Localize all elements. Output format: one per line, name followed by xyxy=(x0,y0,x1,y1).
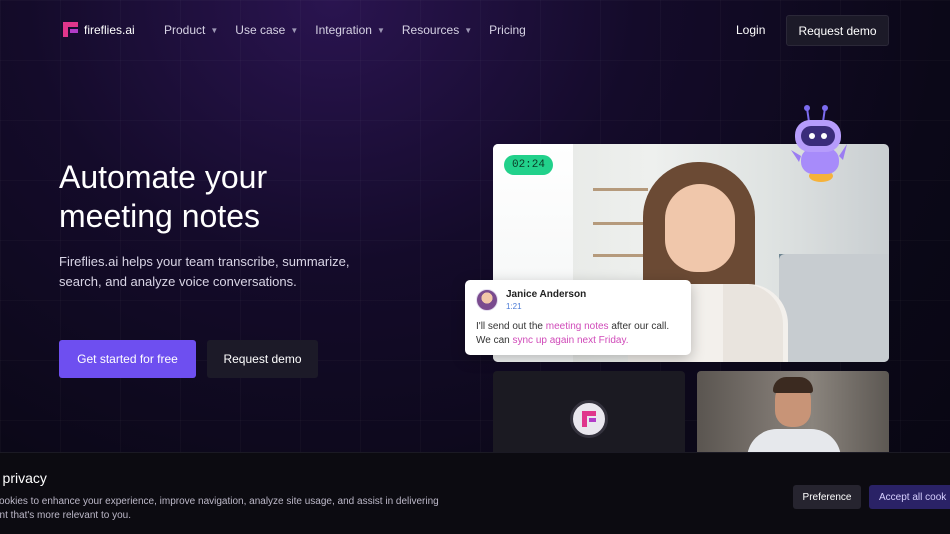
menu-item-label: Integration xyxy=(315,23,372,37)
transcript-chat-card: Janice Anderson 1:21 I'll send out the m… xyxy=(465,280,691,355)
avatar xyxy=(476,289,498,311)
chevron-down-icon: ▼ xyxy=(210,25,219,35)
fireflies-bot-avatar xyxy=(570,400,608,438)
menu-item-resources[interactable]: Resources ▼ xyxy=(402,23,472,37)
menu-item-product[interactable]: Product ▼ xyxy=(164,23,218,37)
cookie-consent-banner: r privacy cookies to enhance your experi… xyxy=(0,452,950,534)
chat-text-part: I'll send out the xyxy=(476,321,546,332)
fireflies-logo-icon xyxy=(63,22,78,37)
hero-title-line1: Automate your xyxy=(59,159,268,195)
brand-logo[interactable]: fireflies.ai xyxy=(63,22,135,37)
hero-request-demo-button[interactable]: Request demo xyxy=(207,340,318,378)
chevron-down-icon: ▼ xyxy=(464,25,473,35)
hero-title: Automate your meeting notes xyxy=(59,158,419,236)
cookie-title: r privacy xyxy=(0,470,47,486)
top-navigation: fireflies.ai Product ▼ Use case ▼ Integr… xyxy=(0,0,950,60)
cookie-description: cookies to enhance your experience, impr… xyxy=(0,496,439,521)
menu-item-label: Use case xyxy=(235,23,286,37)
chat-highlight-meeting-notes: meeting notes xyxy=(545,321,609,332)
request-demo-button[interactable]: Request demo xyxy=(786,15,889,46)
accept-all-cookies-button[interactable]: Accept all cook xyxy=(869,485,950,509)
chat-message: I'll send out the meeting notes after ou… xyxy=(476,320,686,348)
get-started-button[interactable]: Get started for free xyxy=(59,340,196,378)
menu-item-label: Pricing xyxy=(489,23,526,37)
participant-hair xyxy=(773,377,813,393)
chevron-down-icon: ▼ xyxy=(376,25,385,35)
chat-speaker-name: Janice Anderson xyxy=(506,289,587,300)
video-tile-participant xyxy=(697,371,889,461)
menu-item-label: Resources xyxy=(401,23,460,37)
brand-name: fireflies.ai xyxy=(84,22,135,37)
main-menu: Product ▼ Use case ▼ Integration ▼ Resou… xyxy=(164,23,543,37)
fireflies-logo-icon xyxy=(582,411,596,427)
cookie-preference-button[interactable]: Preference xyxy=(793,485,861,509)
hero-subtitle: Fireflies.ai helps your team transcribe,… xyxy=(59,254,350,289)
menu-item-label: Product xyxy=(164,23,206,37)
chevron-down-icon: ▼ xyxy=(290,25,299,35)
menu-item-integration[interactable]: Integration ▼ xyxy=(315,23,385,37)
hero-title-line2: meeting notes xyxy=(59,198,261,234)
background-shelf xyxy=(593,222,648,225)
menu-item-use-case[interactable]: Use case ▼ xyxy=(235,23,298,37)
menu-item-pricing[interactable]: Pricing xyxy=(489,23,526,37)
fred-robot-mascot-icon xyxy=(791,105,847,182)
background-shelf xyxy=(593,188,648,191)
login-link[interactable]: Login xyxy=(736,23,765,37)
background-shelf xyxy=(593,254,648,257)
background-sofa-seat xyxy=(779,254,889,362)
chat-highlight-sync-up: sync up again next Friday. xyxy=(512,335,629,346)
participant-face xyxy=(665,184,735,272)
chat-timestamp: 1:21 xyxy=(506,302,522,311)
call-timer-badge: 02:24 xyxy=(504,155,553,175)
